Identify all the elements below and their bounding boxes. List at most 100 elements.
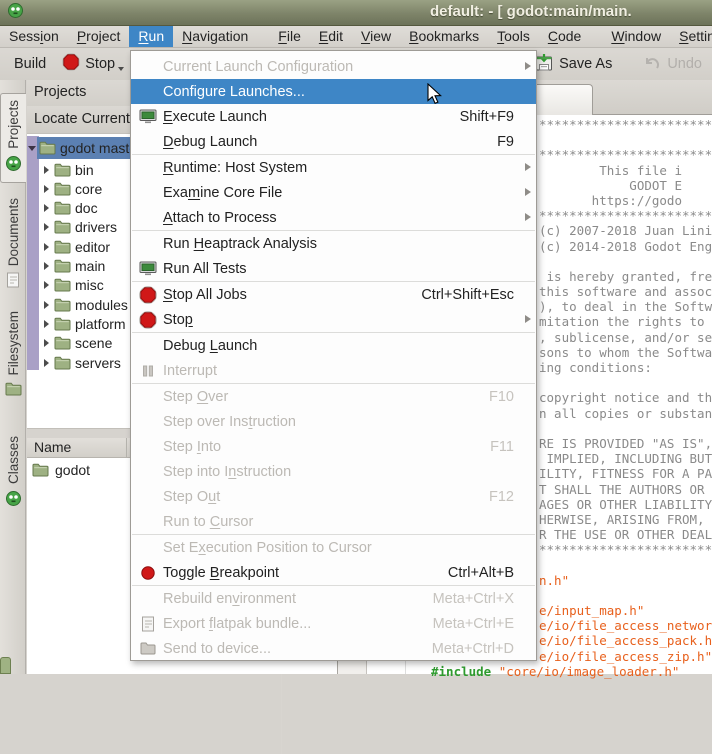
submenu-arrow-icon [525, 213, 531, 221]
save-as-button[interactable]: Save As [526, 50, 620, 79]
code-line: ing conditions: [539, 360, 712, 375]
menu-item-label: Step Over [163, 389, 228, 405]
tree-item-servers[interactable]: servers [41, 353, 121, 372]
expander-closed-icon[interactable] [41, 359, 51, 367]
tree-item-misc[interactable]: misc [41, 276, 104, 295]
pause-icon [141, 364, 155, 378]
run-menu-item-stop-all-jobs[interactable]: Stop All JobsCtrl+Shift+Esc [131, 282, 536, 307]
run-menu-item-step-over-instruction: Step over Instruction [131, 409, 536, 434]
run-menu-item-current-launch-configuration: Current Launch Configuration [131, 54, 536, 79]
menubar-item-view[interactable]: View [352, 26, 400, 47]
stop-icon [139, 286, 157, 304]
menu-item-label: Debug Launch [163, 134, 257, 150]
run-menu-item-run-all-tests[interactable]: Run All Tests [131, 256, 536, 281]
menubar-item-run[interactable]: Run [129, 26, 173, 47]
toolview-tab-filesystem[interactable]: Filesystem [0, 305, 26, 406]
menu-item-label: Export flatpak bundle... [163, 616, 311, 632]
code-line: e/io/file_access_pack.h [539, 633, 712, 648]
menu-item-label: Runtime: Host System [163, 160, 307, 176]
code-token: #include [431, 664, 491, 679]
expander-closed-icon[interactable] [41, 185, 51, 193]
toolview-tab-classes[interactable]: Classes [0, 430, 26, 517]
tree-item-label: core [75, 181, 102, 197]
expander-closed-icon[interactable] [41, 262, 51, 270]
code-line: is hereby granted, fre [539, 269, 712, 284]
stop-dropdown-arrow-icon[interactable] [118, 67, 124, 71]
tree-item-platform[interactable]: platform [41, 314, 126, 333]
menubar-item-navigation[interactable]: Navigation [173, 26, 257, 47]
run-menu-item-debug-launch[interactable]: Debug Launch [131, 333, 536, 358]
tree-item-bin[interactable]: bin [41, 160, 94, 179]
tree-item-label: drivers [75, 219, 117, 235]
menu-item-label: Step over Instruction [163, 414, 296, 430]
submenu-arrow-icon [525, 188, 531, 196]
expander-closed-icon[interactable] [41, 301, 51, 309]
menu-item-label: Execute Launch [163, 109, 267, 125]
editor-code-line: #include "core/io/image_loader.h" [431, 664, 679, 679]
code-line: IMPLIED, INCLUDING BUT [539, 451, 712, 466]
expander-closed-icon[interactable] [41, 166, 51, 174]
expander-closed-icon[interactable] [41, 204, 51, 212]
editor-code-fragments: ************************ ***************… [539, 117, 712, 664]
menubar-item-edit[interactable]: Edit [310, 26, 352, 47]
expander-open-icon[interactable] [27, 146, 37, 151]
run-menu-item-run-heaptrack-analysis[interactable]: Run Heaptrack Analysis [131, 231, 536, 256]
run-menu-item-set-execution-position-to-cursor: Set Execution Position to Cursor [131, 535, 536, 560]
submenu-arrow-icon [525, 163, 531, 171]
run-menu-item-stop[interactable]: Stop [131, 307, 536, 332]
toolview-tab-projects[interactable]: Projects [0, 93, 26, 183]
menubar-item-code[interactable]: Code [539, 26, 590, 47]
toolview-tab-documents[interactable]: Documents [0, 192, 26, 298]
run-menu-item-attach-to-process[interactable]: Attach to Process [131, 205, 536, 230]
monitor-icon [139, 109, 157, 124]
menu-item-label: Interrupt [163, 363, 217, 379]
run-menu-item-toggle-breakpoint[interactable]: Toggle BreakpointCtrl+Alt+B [131, 560, 536, 585]
code-line: (c) 2014-2018 Godot Eng [539, 239, 712, 254]
folder-icon [54, 163, 71, 177]
undo-button[interactable]: Undo [634, 51, 710, 77]
documents-tab-icon [6, 272, 20, 288]
expander-closed-icon[interactable] [41, 243, 51, 251]
folder-icon [54, 259, 71, 273]
tree-item-core[interactable]: core [41, 179, 102, 198]
folder-gray-icon [140, 642, 156, 655]
tree-item-editor[interactable]: editor [41, 237, 110, 256]
titlebar: default: - [ godot:main/main. [0, 0, 712, 26]
run-menu-item-examine-core-file[interactable]: Examine Core File [131, 180, 536, 205]
code-token [491, 664, 499, 679]
menubar-item-settings[interactable]: Settings [670, 26, 712, 47]
menubar-item-tools[interactable]: Tools [488, 26, 539, 47]
mouse-cursor [427, 83, 443, 105]
menubar-item-window[interactable]: Window [602, 26, 670, 47]
breakpoint-icon [140, 565, 156, 581]
menu-item-shortcut: Meta+Ctrl+X [433, 591, 528, 607]
stop-button[interactable]: Stop [54, 50, 132, 78]
run-menu-item-configure-launches[interactable]: Configure Launches... [131, 79, 536, 104]
expander-closed-icon[interactable] [41, 281, 51, 289]
code-line: mitation the rights to [539, 314, 712, 329]
menubar-item-bookmarks[interactable]: Bookmarks [400, 26, 488, 47]
run-menu-item-execute-launch[interactable]: Execute LaunchShift+F9 [131, 104, 536, 129]
tree-item-doc[interactable]: doc [41, 199, 98, 218]
column-divider[interactable] [126, 438, 127, 458]
code-line [539, 557, 712, 572]
tree-item-label: scene [75, 335, 112, 351]
folder-icon [39, 141, 56, 155]
folder-icon [54, 356, 71, 370]
menubar-item-file[interactable]: File [269, 26, 310, 47]
tree-item-label: editor [75, 239, 110, 255]
tree-item-scene[interactable]: scene [41, 334, 112, 353]
menubar-item-project[interactable]: Project [68, 26, 130, 47]
build-button[interactable]: Build [6, 53, 54, 75]
expander-closed-icon[interactable] [41, 223, 51, 231]
run-menu-item-run-to-cursor: Run to Cursor [131, 509, 536, 534]
run-menu-item-runtime-host-system[interactable]: Runtime: Host System [131, 155, 536, 180]
tree-item-drivers[interactable]: drivers [41, 218, 117, 237]
expander-closed-icon[interactable] [41, 339, 51, 347]
run-menu-item-debug-launch[interactable]: Debug LaunchF9 [131, 129, 536, 154]
tree-item-modules[interactable]: modules [41, 295, 128, 314]
expander-closed-icon[interactable] [41, 320, 51, 328]
menubar-item-session[interactable]: Session [0, 26, 68, 47]
run-menu-item-step-out: Step OutF12 [131, 484, 536, 509]
tree-item-main[interactable]: main [41, 257, 105, 276]
